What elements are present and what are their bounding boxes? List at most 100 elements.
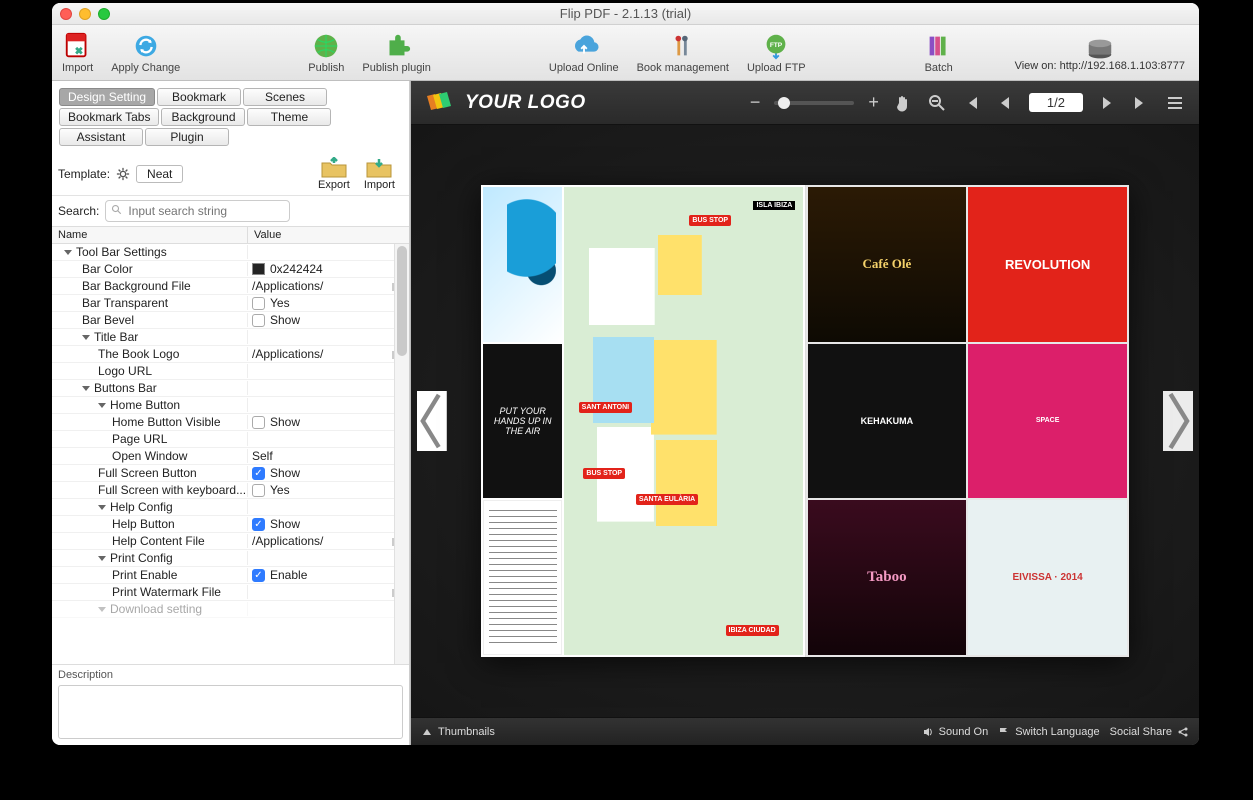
page-tile [483, 500, 562, 655]
zoom-in-icon[interactable]: + [868, 92, 879, 113]
view-on-button[interactable]: View on: http://192.168.1.103:8777 [1015, 34, 1193, 72]
prop-value: Show [270, 466, 300, 480]
zoom-slider[interactable] [774, 101, 854, 105]
property-tree[interactable]: Tool Bar Settings Bar Color 0x242424 Bar … [52, 244, 409, 664]
prop-name[interactable]: Full Screen with keyboard... [52, 483, 248, 497]
prop-value[interactable]: /Applications/ [252, 279, 323, 293]
prop-name[interactable]: The Book Logo [52, 347, 248, 361]
poster-tile: Taboo [808, 500, 967, 655]
disclosure-icon[interactable] [82, 335, 90, 340]
checkbox-icon[interactable] [252, 416, 265, 429]
titlebar: Flip PDF - 2.1.13 (trial) [52, 3, 1199, 25]
checkbox-icon[interactable]: ✓ [252, 467, 265, 480]
zoom-out-icon[interactable]: − [750, 92, 761, 113]
apply-change-button[interactable]: Apply Change [107, 28, 184, 78]
prop-value: Show [270, 517, 300, 531]
prop-name[interactable]: Help Button [52, 517, 248, 531]
checkbox-icon[interactable] [252, 297, 265, 310]
prop-value[interactable]: 0x242424 [270, 262, 323, 276]
thumbnails-button[interactable]: Thumbnails [421, 726, 495, 738]
poster-title: REVOLUTION [1005, 257, 1090, 272]
language-button[interactable]: Switch Language [998, 726, 1099, 738]
zoom-reset-icon[interactable] [927, 93, 947, 113]
first-page-icon[interactable] [961, 93, 981, 113]
property-columns: Name Value [52, 226, 409, 244]
search-input[interactable] [105, 200, 290, 222]
disk-icon [1085, 34, 1115, 58]
batch-button[interactable]: Batch [920, 28, 958, 78]
nav-prev-icon[interactable] [417, 391, 447, 451]
tab-design-setting[interactable]: Design Setting [59, 88, 155, 106]
template-name[interactable]: Neat [136, 165, 183, 183]
disclosure-icon[interactable] [64, 250, 72, 255]
scrollbar[interactable] [394, 244, 409, 664]
disclosure-icon[interactable] [98, 403, 106, 408]
publish-plugin-button[interactable]: Publish plugin [358, 28, 435, 78]
scrollbar-thumb[interactable] [397, 246, 407, 356]
share-button[interactable]: Social Share [1110, 726, 1189, 738]
search-icon [111, 204, 123, 216]
tab-theme[interactable]: Theme [247, 108, 331, 126]
nav-next-icon[interactable] [1163, 391, 1193, 451]
checkbox-icon[interactable]: ✓ [252, 518, 265, 531]
prop-name[interactable]: Print Enable [52, 568, 248, 582]
next-page-icon[interactable] [1097, 93, 1117, 113]
import-template-button[interactable]: Import [364, 157, 395, 191]
prev-page-icon[interactable] [995, 93, 1015, 113]
tab-scenes[interactable]: Scenes [243, 88, 327, 106]
disclosure-icon[interactable] [98, 607, 106, 612]
prop-value[interactable]: /Applications/ [252, 534, 323, 548]
prop-value[interactable]: Self [252, 449, 273, 463]
page-indicator[interactable]: 1/2 [1029, 93, 1083, 112]
hand-icon[interactable] [893, 93, 913, 113]
prop-name[interactable]: Open Window [52, 449, 248, 463]
export-button[interactable]: Export [318, 157, 350, 191]
sound-button[interactable]: Sound On [922, 726, 989, 738]
prop-name[interactable]: Page URL [52, 432, 248, 446]
prop-name[interactable]: Full Screen Button [52, 466, 248, 480]
prop-name[interactable]: Print Watermark File [52, 585, 248, 599]
apply-change-label: Apply Change [111, 62, 180, 74]
prop-name[interactable]: Bar Transparent [52, 296, 248, 310]
prop-name[interactable]: Bar Bevel [52, 313, 248, 327]
prop-name[interactable]: Home Button Visible [52, 415, 248, 429]
preview-footer: Thumbnails Sound On Switch Language Soci… [411, 717, 1199, 745]
menu-icon[interactable] [1165, 93, 1185, 113]
upload-ftp-button[interactable]: FTP Upload FTP [743, 28, 810, 78]
poster-title: SPACE [1036, 417, 1060, 425]
book-management-button[interactable]: Book management [633, 28, 733, 78]
slider-knob[interactable] [778, 97, 790, 109]
prop-name[interactable]: Bar Background File [52, 279, 248, 293]
prop-group: Buttons Bar [94, 381, 157, 395]
prop-name[interactable]: Bar Color [52, 262, 248, 276]
tab-bookmark[interactable]: Bookmark [157, 88, 241, 106]
prop-group: Tool Bar Settings [76, 245, 167, 259]
batch-label: Batch [925, 62, 953, 74]
page-spread[interactable]: PUT YOUR HANDS UP IN THE AIR BUS STOP SA… [481, 185, 1129, 657]
logo-icon [425, 92, 453, 114]
disclosure-icon[interactable] [82, 386, 90, 391]
gear-icon[interactable] [116, 167, 130, 181]
checkbox-icon[interactable]: ✓ [252, 569, 265, 582]
color-swatch-icon[interactable] [252, 263, 265, 275]
import-button[interactable]: Import [58, 28, 97, 78]
prop-name[interactable]: Help Content File [52, 534, 248, 548]
tab-plugin[interactable]: Plugin [145, 128, 229, 146]
publish-plugin-label: Publish plugin [362, 62, 431, 74]
tab-background[interactable]: Background [161, 108, 245, 126]
prop-group: Download setting [110, 602, 202, 616]
globe-icon [311, 32, 341, 60]
prop-name[interactable]: Logo URL [52, 364, 248, 378]
tab-assistant[interactable]: Assistant [59, 128, 143, 146]
checkbox-icon[interactable] [252, 314, 265, 327]
prop-value: Show [270, 415, 300, 429]
tab-bookmark-tabs[interactable]: Bookmark Tabs [59, 108, 159, 126]
disclosure-icon[interactable] [98, 505, 106, 510]
disclosure-icon[interactable] [98, 556, 106, 561]
prop-value[interactable]: /Applications/ [252, 347, 323, 361]
share-label: Social Share [1110, 726, 1172, 738]
publish-button[interactable]: Publish [304, 28, 348, 78]
upload-online-button[interactable]: Upload Online [545, 28, 623, 78]
checkbox-icon[interactable] [252, 484, 265, 497]
last-page-icon[interactable] [1131, 93, 1151, 113]
